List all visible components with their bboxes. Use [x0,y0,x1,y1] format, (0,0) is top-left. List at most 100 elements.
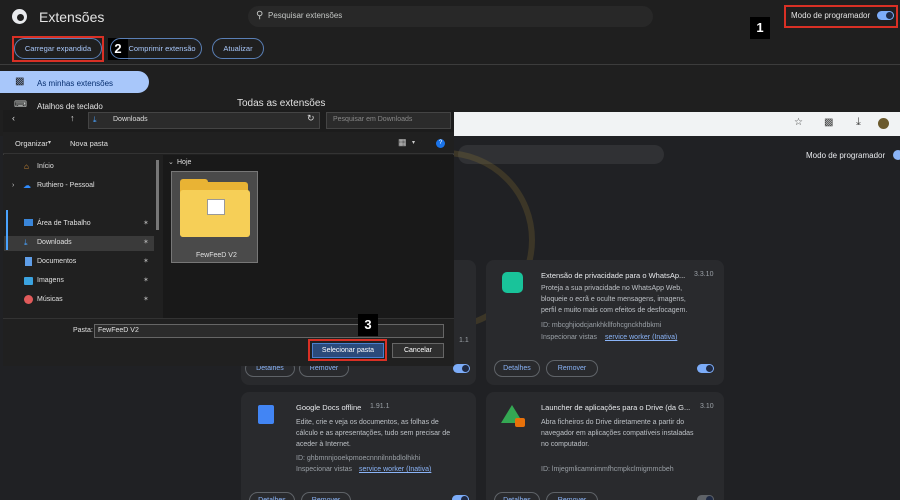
details-button[interactable]: Detalhes [494,492,540,500]
folder-name: FewFeeD V2 [196,252,237,259]
pack-extension-button[interactable]: Comprimir extensão [110,38,202,59]
star-icon[interactable]: ☆ [794,117,803,128]
card-description: no computador. [541,441,590,448]
devmode-label-2: Modo de programador [806,151,886,160]
chrome-logo-icon [12,9,27,24]
update-button[interactable]: Atualizar [212,38,264,59]
extension-toggle[interactable] [453,364,470,373]
devmode-label: Modo de programador [791,11,871,20]
back-arrow-icon[interactable]: ‹ [12,113,15,123]
dialog-path[interactable]: ⤓ Downloads [88,112,320,129]
devmode-toggle-2[interactable] [893,150,900,160]
card-version: 1.91.1 [370,403,390,410]
home-icon: ⌂ [24,162,29,171]
card-description: Proteja a sua privacidade no WhatsApp We… [541,285,683,292]
card-version: 3.3.10 [694,271,714,278]
card-title: Google Docs offline [296,403,362,412]
chevron-right-icon[interactable]: › [12,182,14,189]
annotation-3: 3 [358,314,378,336]
avatar[interactable] [878,118,889,129]
card-description: aceder à Internet. [296,441,351,448]
dialog-search[interactable]: Pesquisar em Downloads [326,112,451,129]
nav-item-home[interactable]: Início [37,163,54,170]
image-icon [24,277,33,285]
new-folder-button[interactable]: Nova pasta [70,139,108,148]
pin-icon: ✶ [143,277,149,284]
page-title: Extensões [39,9,105,25]
pin-icon: ✶ [143,258,149,265]
desktop-icon [24,219,33,226]
nav-item-music[interactable]: Músicas [37,296,63,303]
pin-icon: ✶ [143,239,149,246]
nav-focus-bar [6,210,8,250]
section-heading: Todas as extensões [237,98,326,109]
nav-item-downloads[interactable]: Downloads [37,239,72,246]
nav-scrollbar[interactable] [156,160,159,230]
launcher-badge-icon [515,418,525,427]
nav-item-desktop[interactable]: Área de Trabalho [37,220,91,227]
refresh-icon[interactable]: ↻ [307,113,315,124]
download-icon: ⤓ [93,115,97,124]
annotation-1: 1 [750,17,770,39]
details-button[interactable]: Detalhes [494,360,540,377]
nav-item-documents[interactable]: Documentos [37,258,76,265]
remove-button[interactable]: Remover [546,360,598,377]
path-text: Downloads [113,116,148,123]
card-description: navegador em aplicações compatíveis inst… [541,430,694,437]
document-icon [25,257,32,266]
pin-icon: ✶ [143,296,149,303]
card-id: ID: lmjegmlicamnimmfhcmpkclmigmmcbeh [541,466,674,473]
divider [0,64,900,65]
google-docs-icon [258,405,274,424]
folder-name-field[interactable]: FewFeeD V2 [94,324,444,338]
nav-item-cloud[interactable]: Ruthiero - Pessoal [37,182,95,189]
view-icon[interactable]: ▦ [398,137,407,148]
extension-toggle[interactable] [452,495,469,500]
privacy-shield-icon [502,272,523,293]
pasta-label: Pasta: [73,327,93,334]
card-inspect: Inspecionar vistas [541,334,598,341]
dialog-search-input[interactable]: Pesquisar em Downloads [333,116,412,123]
puzzle-icon: ▩ [15,76,25,87]
extensions-icon[interactable]: ▩ [824,117,833,128]
card-title: Extensão de privacidade para o WhatsAp..… [541,271,686,280]
devmode-toggle[interactable] [877,11,894,20]
download-icon: ⤓ [24,238,28,247]
extension-toggle[interactable] [697,364,714,373]
cloud-icon: ☁ [23,181,31,190]
card-description: Abra ficheiros do Drive diretamente a pa… [541,419,685,426]
card-description: Edite, crie e veja os documentos, as fol… [296,419,439,426]
remove-button[interactable]: Remover [546,492,598,500]
pin-icon: ✶ [143,220,149,227]
card-inspect: Inspecionar vistas [296,466,353,473]
scrollbar[interactable] [891,66,897,112]
group-label: Hoje [177,159,192,166]
help-icon[interactable]: ? [436,139,445,148]
cancel-button[interactable]: Cancelar [392,343,444,358]
card-version: 1.1 [459,337,469,344]
organize-button[interactable]: Organizar [15,139,48,148]
keyboard-icon: ⌨ [14,99,27,109]
service-worker-link[interactable]: service worker (Inativa) [359,466,431,473]
extension-toggle[interactable] [697,495,714,500]
search-icon: ⚲ [256,10,264,21]
card-title: Launcher de aplicações para o Drive (da … [541,403,691,412]
card-description: bloqueie o ecrã e oculte mensagens, imag… [541,296,686,303]
music-icon [24,295,33,304]
load-unpacked-highlight [12,36,104,62]
search-bar[interactable]: ⚲ Pesquisar extensões [248,6,653,27]
download-icon[interactable]: ⤓ [856,116,861,129]
select-folder-highlight [308,339,387,361]
up-arrow-icon[interactable]: ↑ [70,113,75,123]
details-button[interactable]: Detalhes [249,492,295,500]
nav-item-images[interactable]: Imagens [37,277,64,284]
chevron-down-icon[interactable]: ⌄ [168,158,174,166]
remove-button[interactable]: Remover [301,492,351,500]
card-id: ID: ghbmnnjooekpmoecnnnilnnbdlolhkhi [296,455,421,462]
card-version: 3.10 [700,403,714,410]
service-worker-link[interactable]: service worker (Inativa) [605,334,677,341]
card-description: cálculo e as apresentações, tudo sem pre… [296,430,451,437]
chevron-down-icon[interactable]: ▾ [412,139,415,146]
search-input[interactable]: Pesquisar extensões [268,11,342,20]
sidebar-item-label: As minhas extensões [37,79,114,88]
